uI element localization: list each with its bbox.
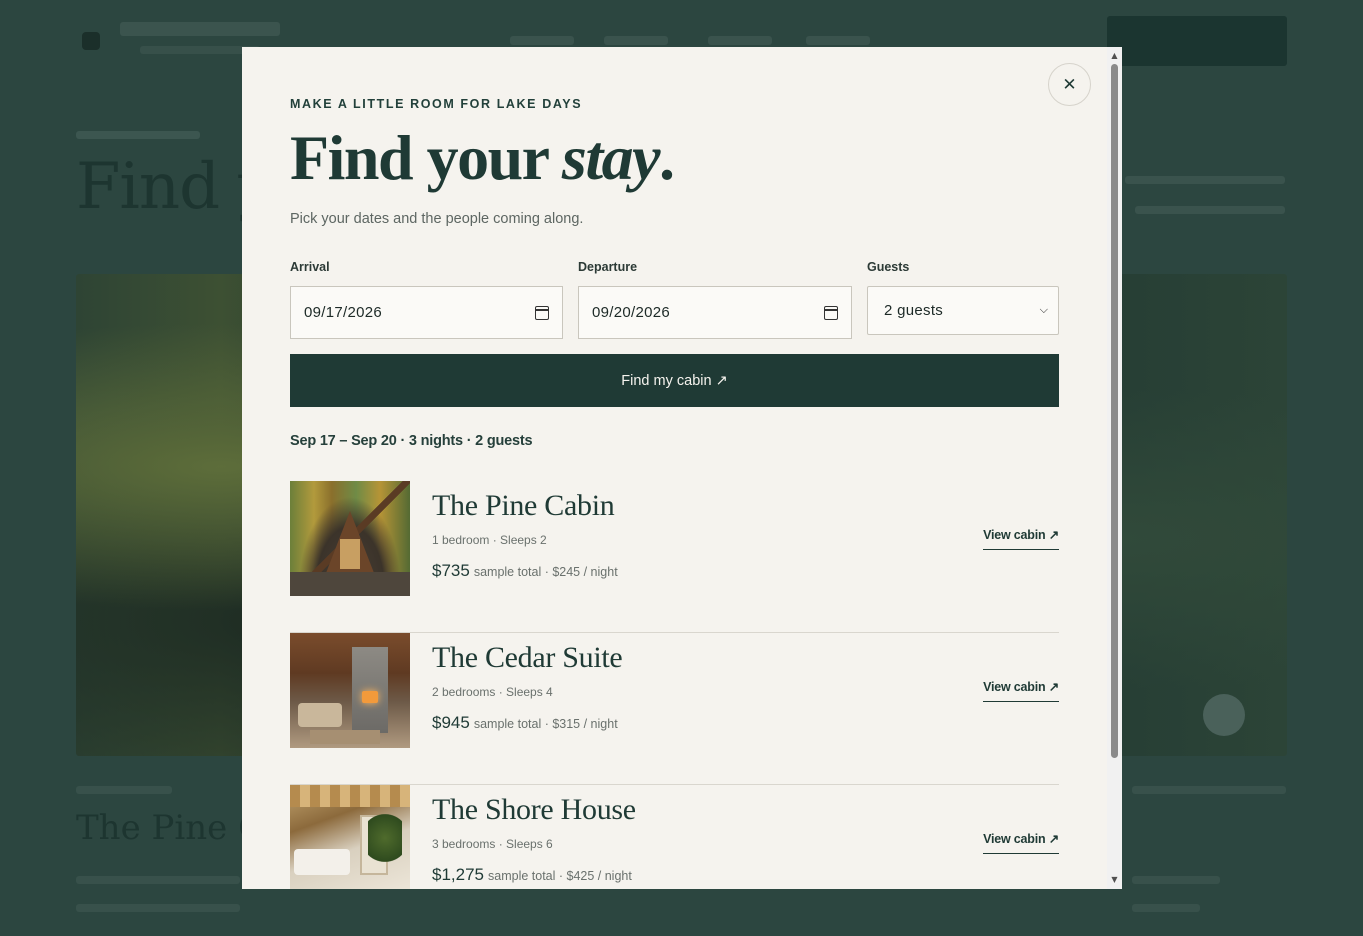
cabin-meta: 3 bedrooms · Sleeps 6 [432,837,553,851]
cabin-photo-shore[interactable] [290,785,410,889]
calendar-icon[interactable] [535,305,549,320]
cabin-price: $735 [432,561,470,580]
cabin-price: $1,275 [432,865,484,884]
background-text-line [1132,786,1286,794]
cabin-result-item: The Shore House 3 bedrooms · Sleeps 6 $1… [290,785,1059,889]
cabin-photo-pine[interactable] [290,481,410,596]
cabin-meta: 2 bedrooms · Sleeps 4 [432,685,553,699]
background-text-line [76,876,240,884]
background-nav-cta [1107,16,1287,66]
cabin-price-row: $735 sample total · $245 / night [432,561,618,581]
departure-label: Departure [578,260,638,274]
cabin-result-item: The Pine Cabin 1 bedroom · Sleeps 2 $735… [290,481,1059,633]
modal-scrollbar[interactable]: ▲ ▼ [1107,47,1122,889]
background-logo-icon [82,32,100,50]
background-nav-link [708,36,772,45]
background-text-line [1132,876,1220,884]
background-text-line [1132,904,1200,912]
departure-date-value: 09/20/2026 [592,304,671,321]
cabin-price-row: $1,275 sample total · $425 / night [432,865,632,885]
booking-modal: ✕ MAKE A LITTLE ROOM FOR LAKE DAYS Find … [242,47,1122,889]
cabin-price-note: sample total · $245 / night [473,565,618,579]
cabin-price-note: sample total · $425 / night [488,869,632,883]
find-cabin-button[interactable]: Find my cabin ↗ [290,354,1059,407]
cabin-price-note: sample total · $315 / night [473,717,618,731]
modal-kicker: MAKE A LITTLE ROOM FOR LAKE DAYS [290,97,583,111]
guests-selected-value: 2 guests [884,302,944,319]
background-text-line [76,904,240,912]
arrival-label: Arrival [290,260,330,274]
cabin-price-row: $945 sample total · $315 / night [432,713,618,733]
heading-main: Find your [290,122,562,193]
view-cabin-link[interactable]: View cabin ↗ [983,831,1059,854]
background-nav-link [604,36,668,45]
background-nav-link [806,36,870,45]
heading-end: . [659,122,675,193]
arrival-date-value: 09/17/2026 [304,304,383,321]
cabin-result-item: The Cedar Suite 2 bedrooms · Sleeps 4 $9… [290,633,1059,785]
arrival-date-input[interactable]: 09/17/2026 [290,286,563,339]
view-cabin-link[interactable]: View cabin ↗ [983,679,1059,702]
background-nav-link [510,36,574,45]
background-kicker [76,131,200,139]
cabin-price: $945 [432,713,470,732]
scroll-up-arrow-icon[interactable]: ▲ [1107,49,1122,63]
guests-label: Guests [867,260,910,274]
background-note [1125,176,1285,184]
background-logo-text [120,22,280,36]
scroll-down-arrow-icon[interactable]: ▼ [1107,873,1122,887]
modal-heading: Find your stay. [290,122,675,193]
cabin-photo-cedar[interactable] [290,633,410,748]
stay-summary: Sep 17 – Sep 20 · 3 nights · 2 guests [290,433,533,449]
view-cabin-link[interactable]: View cabin ↗ [983,527,1059,550]
chevron-down-icon: ⌵ [1039,304,1048,316]
cabin-name: The Pine Cabin [432,489,615,522]
departure-date-input[interactable]: 09/20/2026 [578,286,852,339]
background-note [1135,206,1285,214]
cabin-name: The Cedar Suite [432,641,623,674]
cabin-name: The Shore House [432,793,636,826]
close-icon: ✕ [1062,74,1077,94]
background-text-line [76,786,172,794]
background-photo-button [1203,694,1245,736]
scrollbar-thumb[interactable] [1111,64,1118,758]
calendar-icon[interactable] [824,305,838,320]
guests-select[interactable]: 2 guests ⌵ [867,286,1059,335]
modal-subline: Pick your dates and the people coming al… [290,211,584,227]
cabin-meta: 1 bedroom · Sleeps 2 [432,533,547,547]
close-button[interactable]: ✕ [1048,63,1091,106]
heading-emphasis: stay [561,122,661,193]
